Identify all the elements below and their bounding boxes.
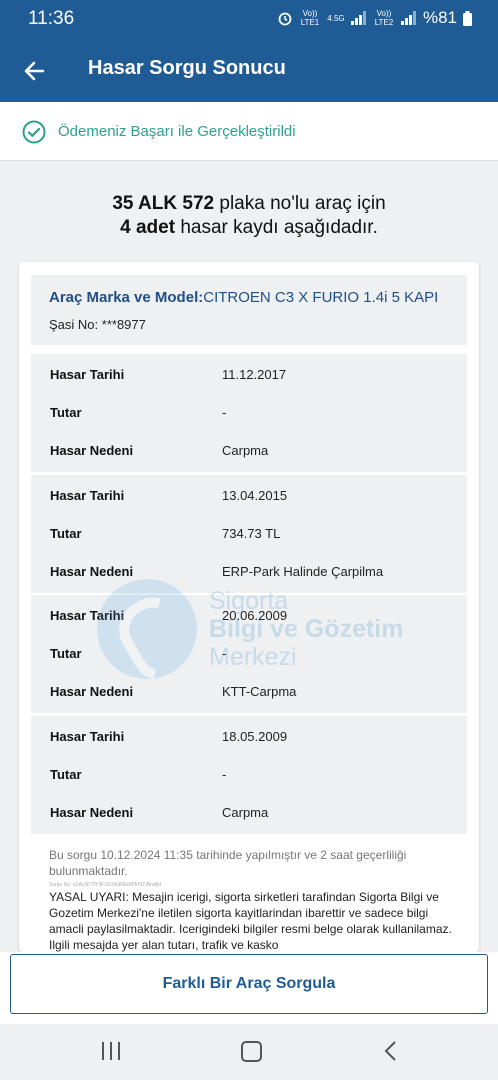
damage-reason-label: Hasar Nedeni — [50, 684, 134, 699]
check-circle-icon — [22, 120, 46, 144]
new-vehicle-query-button[interactable]: Farklı Bir Araç Sorgula — [10, 954, 488, 1014]
payment-success-banner: Ödemeniz Başarı ile Gerçekleştirildi — [0, 102, 498, 161]
chassis-value: ***8977 — [101, 317, 146, 332]
sim2-label: Vo)) LTE2 — [374, 9, 394, 27]
damage-reason-label: Hasar Nedeni — [50, 443, 134, 458]
damage-amount: - — [222, 646, 227, 661]
damage-count: 4 adet — [120, 217, 176, 238]
query-code: Sorgu No: a1Ay3DTtY9FGDr9uRtEt0Pfr6fZ-Bn… — [49, 882, 162, 888]
chevron-left-icon[interactable] — [382, 1041, 400, 1061]
damage-date: 11.12.2017 — [222, 367, 287, 382]
page-title: Hasar Sorgu Sonucu — [88, 57, 286, 79]
damage-record: Hasar Tarihi 20.06.2009 Tutar - Hasar Nede… — [31, 595, 467, 713]
damage-amount-label: Tutar — [50, 526, 82, 541]
signal-2-icon — [400, 11, 417, 25]
damage-date-label: Hasar Tarihi — [50, 608, 125, 623]
result-summary: 35 ALK 572 plaka no'lu araç için 4 adet … — [0, 192, 498, 240]
damage-reason-label: Hasar Nedeni — [50, 805, 134, 820]
legal-warning: YASAL UYARI: Mesajin icerigi, sigorta si… — [49, 890, 452, 952]
damage-amount: - — [222, 767, 227, 782]
query-validity-note: Bu sorgu 10.12.2024 11:35 tarihinde yapı… — [49, 848, 407, 878]
payment-success-text: Ödemeniz Başarı ile Gerçekleştirildi — [58, 123, 296, 140]
damage-reason-label: Hasar Nedeni — [50, 564, 134, 579]
damage-reason: Carpma — [222, 443, 269, 458]
status-icons: Vo)) LTE1 4.5G Vo)) LTE2 %81 — [277, 8, 472, 28]
damage-amount-label: Tutar — [50, 767, 82, 782]
app-bar: Hasar Sorgu Sonucu — [0, 40, 498, 102]
plate-suffix: plaka no'lu araç için — [214, 193, 386, 214]
recent-apps-icon[interactable] — [102, 1042, 122, 1060]
damage-amount: - — [222, 405, 227, 420]
damage-reason: Carpma — [222, 805, 269, 820]
damage-date-label: Hasar Tarihi — [50, 367, 125, 382]
damage-record: Hasar Tarihi 18.05.2009 Tutar - Hasar Nede… — [31, 716, 467, 834]
battery-icon — [463, 10, 472, 26]
damage-reason: ERP-Park Halinde Çarpilma — [222, 564, 384, 579]
status-bar: 11:36 Vo)) LTE1 4.5G Vo)) LTE2 %81 — [0, 0, 498, 40]
result-card[interactable]: Araç Marka ve Model:CITROEN C3 X FURIO 1… — [19, 262, 479, 952]
damage-amount-label: Tutar — [50, 405, 82, 420]
system-nav-bar — [0, 1024, 498, 1080]
arrow-left-icon[interactable] — [18, 54, 52, 88]
damage-date: 13.04.2015 — [222, 488, 288, 503]
network-type: 4.5G — [327, 13, 345, 23]
signal-1-icon — [350, 11, 367, 25]
vehicle-info: Araç Marka ve Model:CITROEN C3 X FURIO 1… — [31, 275, 467, 345]
damage-date: 18.05.2009 — [222, 729, 288, 744]
plate-number: 35 ALK 572 — [112, 193, 215, 214]
alarm-icon — [278, 12, 292, 26]
damage-record: Hasar Tarihi 11.12.2017 Tutar - Hasar Nede… — [31, 354, 467, 472]
damage-amount-label: Tutar — [50, 646, 82, 661]
damage-amount: 734.73 TL — [222, 526, 281, 541]
battery-level: %81 — [422, 8, 457, 27]
chassis-label: Şasi No: — [49, 317, 99, 332]
damage-record: Hasar Tarihi 13.04.2015 Tutar 734.73 TL Ha… — [31, 475, 467, 593]
bottom-action-area: Farklı Bir Araç Sorgula — [0, 952, 498, 1024]
damage-date: 20.06.2009 — [222, 608, 288, 623]
vehicle-model-label: Araç Marka ve Model: — [49, 289, 204, 306]
sim1-label: Vo)) LTE1 — [300, 9, 320, 27]
damage-date-label: Hasar Tarihi — [50, 729, 125, 744]
damage-reason: KTT-Carpma — [222, 684, 297, 699]
count-suffix: hasar kaydı aşağıdadır. — [175, 217, 378, 238]
damage-date-label: Hasar Tarihi — [50, 488, 125, 503]
status-time: 11:36 — [28, 8, 75, 29]
home-icon[interactable] — [241, 1041, 262, 1062]
vehicle-model-value: CITROEN C3 X FURIO 1.4i 5 KAPI — [203, 289, 439, 306]
